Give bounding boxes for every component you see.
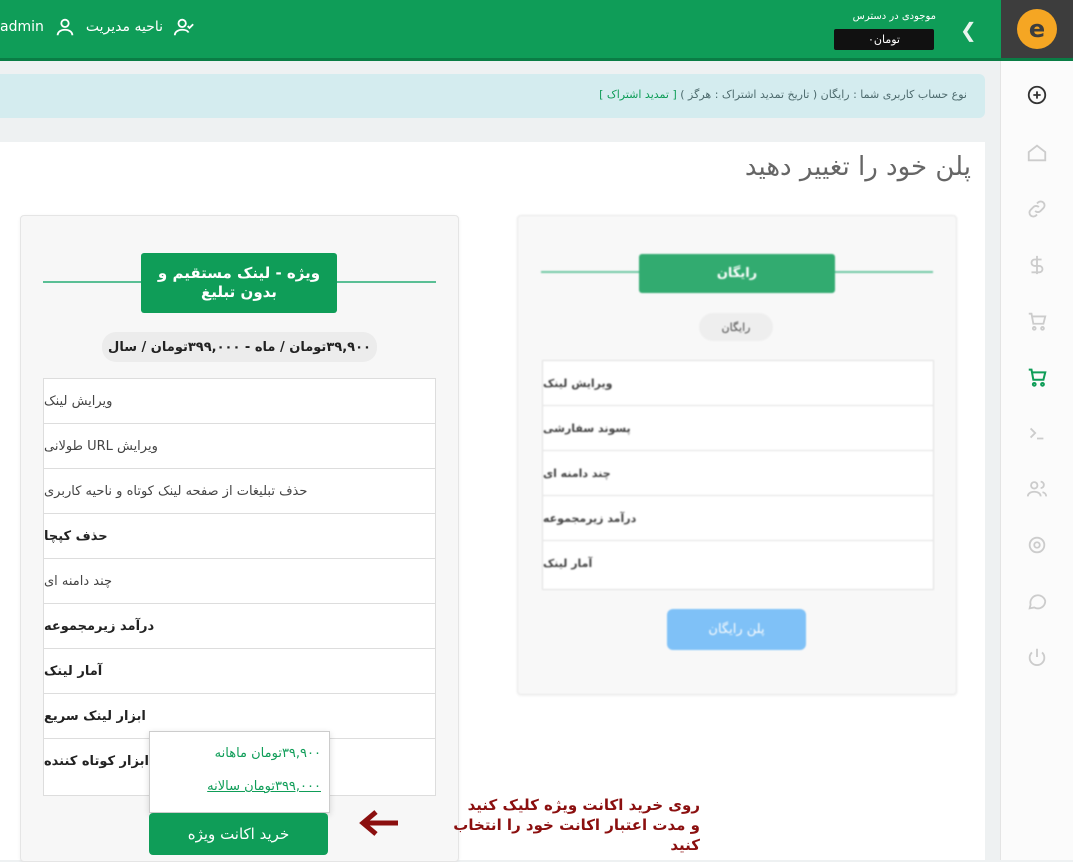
list-item: درآمد زیرمجموعه <box>543 496 933 541</box>
duration-dropdown: ۳۹,۹۰۰تومان ماهانه ۳۹۹,۰۰۰تومان سالانه <box>149 731 330 813</box>
list-item: پسوند سفارشی <box>543 406 933 451</box>
admin-menu[interactable]: admin ناحیه مدیریت <box>0 14 195 40</box>
balance-value: ۰تومان <box>834 29 934 50</box>
list-item: آمار لینک <box>44 649 435 694</box>
logo-mark-icon: e <box>1017 9 1057 49</box>
free-plan-title: رایگان <box>639 254 835 293</box>
top-bar-divider <box>0 58 1073 61</box>
cart-active-icon[interactable] <box>1025 365 1049 389</box>
management-area-link[interactable]: ناحیه مدیریت <box>86 19 163 35</box>
instruction-line-1: روی خرید اکانت ویژه کلیک کنید <box>467 796 700 814</box>
list-item: ویرایش لینک <box>44 379 435 424</box>
user-check-icon[interactable] <box>173 16 195 38</box>
list-item: حذف تبلیغات از صفحه لینک کوتاه و ناحیه ک… <box>44 469 435 514</box>
users-icon[interactable] <box>1025 477 1049 501</box>
monthly-option[interactable]: ۳۹,۹۰۰تومان ماهانه <box>215 746 321 761</box>
cart-icon[interactable] <box>1025 309 1049 333</box>
list-item: چند دامنه ای <box>543 451 933 496</box>
power-icon[interactable] <box>1025 645 1049 669</box>
username[interactable]: admin <box>0 19 44 35</box>
free-plan-price: رایگان <box>699 313 773 341</box>
account-info-bar: نوع حساب کاربری شما : رایگان ( تاریخ تمد… <box>0 74 985 118</box>
renew-subscription-link[interactable]: [ تمدید اشتراک ] <box>599 88 677 101</box>
logo[interactable]: e <box>1001 0 1073 58</box>
sidebar <box>1000 61 1073 860</box>
vip-plan-price: ۳۹,۹۰۰تومان / ماه - ۳۹۹,۰۰۰تومان / سال <box>102 332 377 362</box>
chat-icon[interactable] <box>1025 589 1049 613</box>
list-item: درآمد زیرمجموعه <box>44 604 435 649</box>
list-item: آمار لینک <box>543 557 593 570</box>
instruction-line-2: و مدت اعتبار اکانت خود را انتخاب کنید <box>453 816 700 854</box>
list-item: حذف کپچا <box>44 514 435 559</box>
link-icon[interactable] <box>1025 197 1049 221</box>
instruction-note: روی خرید اکانت ویژه کلیک کنید و مدت اعتب… <box>420 795 700 855</box>
user-icon[interactable] <box>54 16 76 38</box>
dollar-icon[interactable] <box>1025 253 1049 277</box>
list-item: ویرایش URL طولانی <box>44 424 435 469</box>
settings-icon[interactable] <box>1025 533 1049 557</box>
home-icon[interactable] <box>1025 141 1049 165</box>
free-plan-button[interactable]: پلن رایگان <box>667 609 806 650</box>
chevron-left-icon[interactable]: ❮ <box>960 18 977 42</box>
terminal-icon[interactable] <box>1025 421 1049 445</box>
balance-label: موجودی در دسترس <box>852 11 936 22</box>
account-type-text: نوع حساب کاربری شما : رایگان ( تاریخ تمد… <box>680 88 967 101</box>
page-title: پلن خود را تغییر دهید <box>744 152 971 182</box>
free-feature-list: ویرایش لینک پسوند سفارشی چند دامنه ای در… <box>542 360 934 590</box>
add-icon[interactable] <box>1025 83 1049 107</box>
list-item: ویرایش لینک <box>543 361 933 406</box>
yearly-option[interactable]: ۳۹۹,۰۰۰تومان سالانه <box>207 779 321 794</box>
vip-plan-title: ویژه - لینک مستقیم و بدون تبلیغ <box>141 253 337 313</box>
arrow-left-icon <box>359 810 398 836</box>
list-item: چند دامنه ای <box>44 559 435 604</box>
buy-vip-button[interactable]: خرید اکانت ویژه <box>149 813 328 855</box>
account-info-text: نوع حساب کاربری شما : رایگان ( تاریخ تمد… <box>599 88 967 101</box>
